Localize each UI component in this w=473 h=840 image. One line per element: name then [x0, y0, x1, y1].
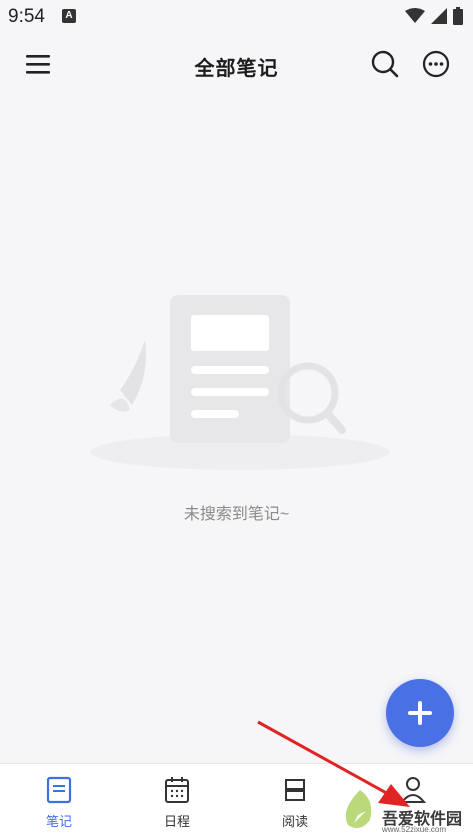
wifi-icon: [405, 8, 425, 23]
note-icon: [46, 776, 72, 804]
search-icon: [371, 50, 399, 78]
nav-label-notes: 笔记: [45, 814, 72, 829]
reading-icon: [285, 779, 305, 801]
calendar-icon: [165, 777, 189, 803]
nav-label-schedule: 日程: [163, 814, 190, 829]
nav-item-reading[interactable]: 阅读: [255, 764, 335, 840]
nav-item-notes[interactable]: 笔记: [19, 764, 99, 840]
nav-item-profile[interactable]: [373, 764, 453, 840]
status-icons: [405, 7, 463, 25]
app-screen: 9:54 A 全部笔记 未搜索到笔记~ 笔记 日程 阅读 吾爱软件园 www.5…: [0, 0, 473, 840]
battery-icon: [453, 7, 463, 25]
empty-state-message: 未搜索到笔记~: [183, 506, 290, 523]
status-time: 9:54: [8, 6, 45, 27]
add-note-button[interactable]: [386, 679, 454, 747]
signal-icon: [431, 8, 447, 24]
more-button[interactable]: [418, 46, 454, 82]
nav-item-schedule[interactable]: 日程: [137, 764, 217, 840]
search-button[interactable]: [367, 46, 403, 82]
status-bar: 9:54 A: [0, 0, 473, 32]
bottom-navigation: 笔记 日程 阅读: [0, 763, 473, 840]
plus-icon: [408, 701, 432, 725]
notification-badge: A: [62, 9, 76, 23]
empty-notes-illustration: [90, 295, 390, 470]
nav-label-reading: 阅读: [281, 814, 308, 829]
top-bar: 全部笔记: [0, 32, 473, 94]
leaf-decoration: [120, 340, 147, 405]
more-icon: [422, 50, 450, 78]
profile-icon: [400, 777, 426, 803]
